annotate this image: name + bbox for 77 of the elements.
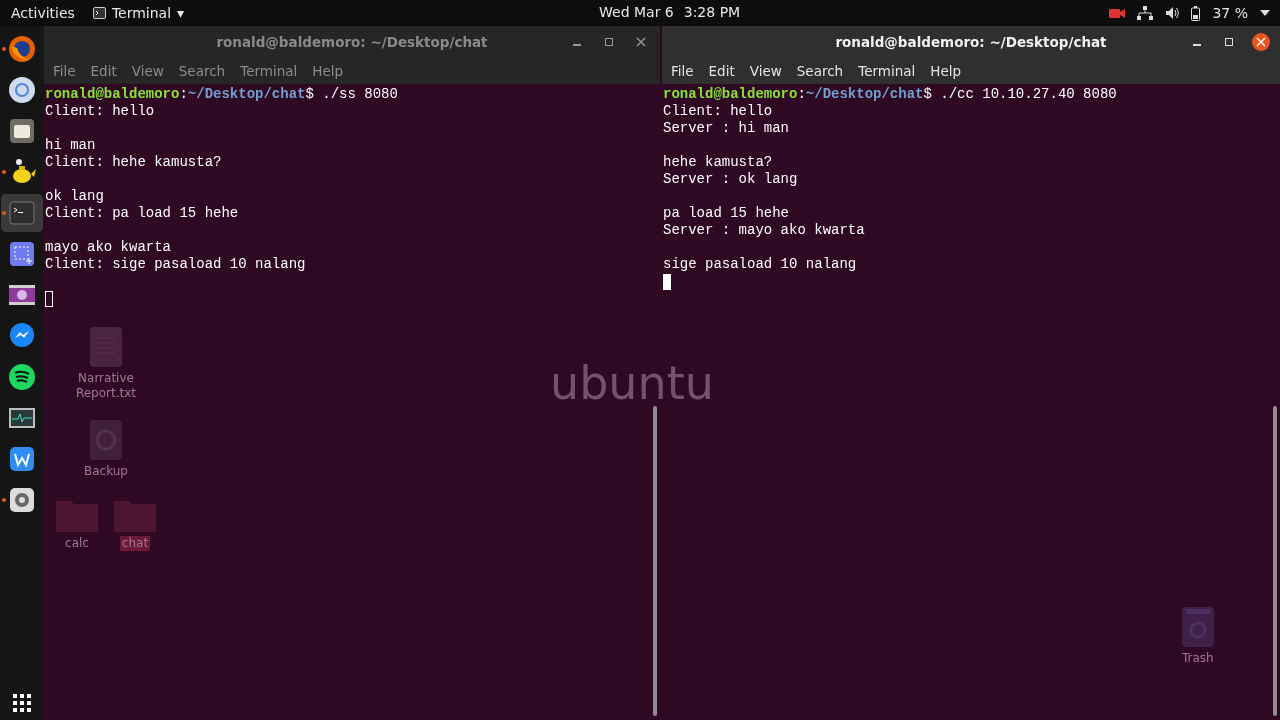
screenshot-icon[interactable]: [7, 239, 37, 269]
network-icon[interactable]: [1137, 6, 1154, 20]
close-icon: [636, 37, 646, 47]
prompt-colon: :: [797, 86, 806, 102]
battery-icon[interactable]: [1191, 5, 1201, 21]
terminal-icon[interactable]: [7, 198, 37, 228]
app-grid-icon[interactable]: [13, 694, 31, 712]
wallpaper-logo: ubuntu: [550, 356, 714, 410]
window-title: ronald@baldemoro: ~/Desktop/chat: [216, 34, 488, 50]
desktop-icon-label[interactable]: calc: [63, 536, 91, 551]
running-dot: [2, 170, 6, 174]
menu-item[interactable]: File: [53, 63, 76, 79]
caret-icon[interactable]: [1260, 10, 1270, 16]
menu-item[interactable]: View: [131, 63, 164, 79]
app-menu[interactable]: Terminal ▾: [92, 5, 185, 21]
output-line: Client: pa load 15 hehe: [45, 205, 239, 221]
output-line: Client: sige pasaload 10 nalang: [45, 256, 306, 272]
speaker-icon[interactable]: [1165, 6, 1180, 20]
prompt-path: ~/Desktop/chat: [805, 86, 924, 102]
menu-item[interactable]: Edit: [708, 63, 735, 79]
output-line: ok lang: [45, 188, 104, 204]
fox-browser-icon[interactable]: [7, 34, 37, 64]
date-text[interactable]: Wed Mar 6: [599, 4, 674, 20]
w-app-icon[interactable]: [7, 444, 37, 474]
command-text: $ ./cc 10.10.27.40 8080: [923, 86, 1117, 102]
maximize-icon: [604, 37, 614, 47]
menu-item[interactable]: Terminal: [858, 63, 916, 79]
scrollbar[interactable]: [1273, 406, 1277, 716]
prompt-user: ronald@baldemoro: [45, 86, 180, 102]
prompt-colon: :: [179, 86, 188, 102]
menu-item[interactable]: Terminal: [240, 63, 298, 79]
minimize-icon: [1193, 44, 1201, 46]
output-line: Server : mayo ako kwarta: [663, 222, 865, 238]
output-line: Server : hi man: [663, 120, 790, 136]
folder-icon[interactable]: [7, 116, 37, 146]
output-line: Client: hello: [45, 103, 155, 119]
circle-browser-icon[interactable]: [7, 75, 37, 105]
close-button[interactable]: [1252, 33, 1270, 51]
menu-item[interactable]: Help: [312, 63, 344, 79]
settings-icon[interactable]: [7, 485, 37, 515]
terminal-icon: [92, 7, 106, 19]
output-line: Client: hello: [663, 103, 773, 119]
output-line: Client: hehe kamusta?: [45, 154, 222, 170]
output-line: sige pasaload 10 nalang: [663, 256, 857, 272]
caret-icon: ▾: [177, 5, 185, 21]
music-icon[interactable]: [7, 362, 37, 392]
output-line: hehe kamusta?: [663, 154, 773, 170]
command-text: $ ./ss 8080: [305, 86, 398, 102]
running-dot: [2, 498, 6, 502]
running-dot: [2, 47, 6, 51]
menu-item[interactable]: View: [749, 63, 782, 79]
menu-item[interactable]: File: [671, 63, 694, 79]
activities-button[interactable]: Activities: [11, 5, 75, 21]
menu-item[interactable]: Search: [178, 63, 226, 79]
desktop-icon-label[interactable]: Backup: [82, 464, 130, 479]
prompt-path: ~/Desktop/chat: [187, 86, 306, 102]
menu-item[interactable]: Help: [930, 63, 962, 79]
output-line: mayo ako kwarta: [45, 239, 172, 255]
battery-percent: 37 %: [1212, 5, 1248, 21]
window-title: ronald@baldemoro: ~/Desktop/chat: [835, 34, 1107, 50]
desktop-icon-label[interactable]: Narrative Report.txt: [70, 371, 142, 401]
menu-item[interactable]: Search: [796, 63, 844, 79]
maximize-icon: [1224, 37, 1234, 47]
output-line: Server : ok lang: [663, 171, 798, 187]
desktop-icon-label[interactable]: Trash: [1180, 651, 1216, 666]
camera-icon: [1109, 7, 1126, 19]
scrollbar[interactable]: [653, 406, 657, 716]
running-dot: [2, 211, 6, 215]
app-menu-label: Terminal: [111, 5, 172, 21]
minimize-icon: [573, 44, 581, 46]
desktop-icon-label[interactable]: chat: [119, 536, 151, 551]
prompt-user: ronald@baldemoro: [663, 86, 798, 102]
output-line: pa load 15 hehe: [663, 205, 790, 221]
output-line: hi man: [45, 137, 96, 153]
time-text[interactable]: 3:28 PM: [683, 4, 741, 20]
close-icon: [1256, 37, 1266, 47]
menu-item[interactable]: Edit: [90, 63, 117, 79]
